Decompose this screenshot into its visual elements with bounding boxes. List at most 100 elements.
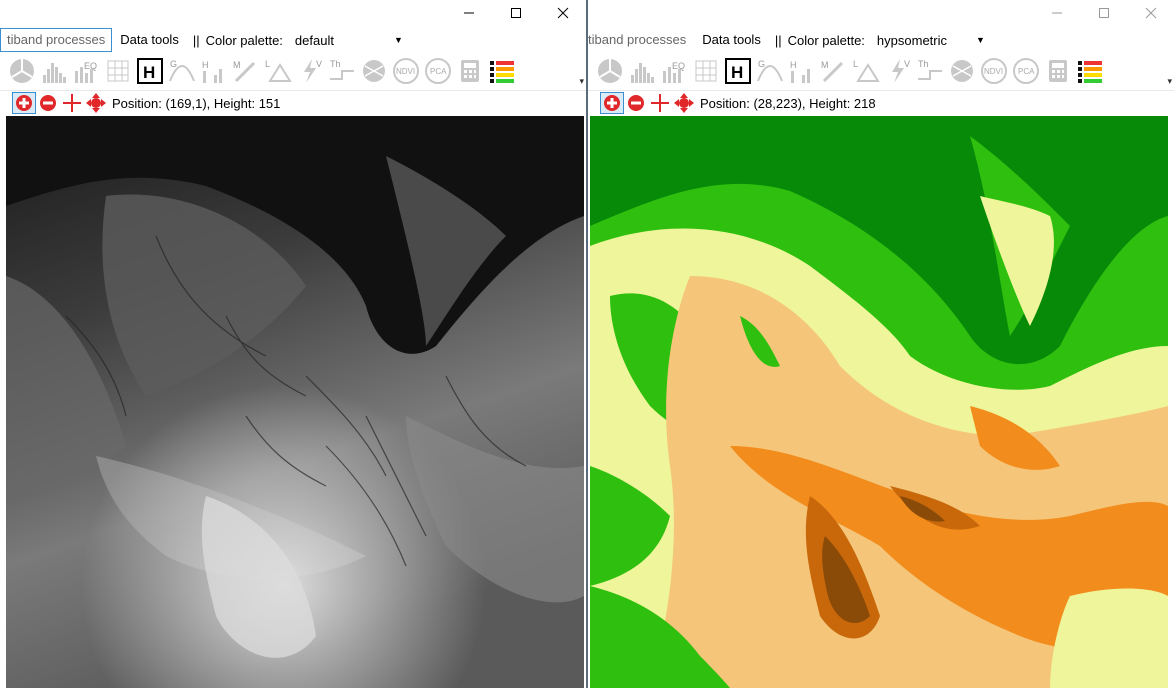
calculator-tool[interactable] [454,55,486,87]
threshold-step-tool[interactable]: Th [914,55,946,87]
color-palette-select[interactable]: default ▼ [291,30,409,50]
h-icon: H [725,58,751,84]
equalize-tool[interactable]: EQ [70,55,102,87]
pan-button[interactable] [672,92,696,114]
svg-text:H: H [143,63,155,82]
maximize-button[interactable] [1081,0,1127,26]
crosshair-icon [651,94,669,112]
threshold-histogram-icon: H [202,60,222,83]
dropdown-arrow-icon: ▼ [976,35,985,45]
zoom-out-button[interactable] [36,92,60,114]
pie-chart-icon [598,59,622,83]
svg-text:Th: Th [330,59,341,69]
globe-icon [363,60,385,82]
lightning-icon: V [892,59,910,83]
gaussian-tool[interactable]: G [754,55,786,87]
svg-text:V: V [904,59,910,69]
threshold-histogram-icon: H [790,60,810,83]
calculator-tool[interactable] [1042,55,1074,87]
globe-tool[interactable] [358,55,390,87]
histogram-tool[interactable] [38,55,70,87]
pca-icon: PCA [425,58,451,84]
minimize-icon [464,12,474,14]
globe-tool[interactable] [946,55,978,87]
dropdown-arrow-icon: ▼ [394,35,403,45]
color-ramp-icon [1078,61,1102,83]
zoom-in-icon [16,95,32,111]
left-toolbar: EQ H G H M L V Th NDVI PCA [0,54,586,88]
color-palette-select[interactable]: hypsometric ▼ [873,30,991,50]
pan-button[interactable] [84,92,108,114]
zoom-in-button[interactable] [600,92,624,114]
pan-icon [674,93,694,113]
calculator-icon [461,60,479,82]
color-ramp-tool[interactable] [486,55,518,87]
pca-tool[interactable]: PCA [1010,55,1042,87]
menu-separator: || [192,32,200,48]
left-titlebar [0,0,586,26]
h-icon: H [137,58,163,84]
menu-data-tools[interactable]: Data tools [694,29,769,51]
minimize-button[interactable] [446,0,492,26]
color-ramp-icon [490,61,514,83]
pie-chart-tool[interactable] [594,55,626,87]
svg-text:EQ: EQ [84,61,97,71]
lightning-tool[interactable]: V [294,55,326,87]
lightning-tool[interactable]: V [882,55,914,87]
threshold-step-icon: Th [918,59,942,80]
minimize-button[interactable] [1034,0,1080,26]
menu-data-tools[interactable]: Data tools [112,29,187,51]
close-button[interactable] [1128,0,1174,26]
magic-wand-tool[interactable]: M [818,55,850,87]
color-ramp-tool[interactable] [1074,55,1106,87]
elevation-image-grayscale[interactable] [6,116,584,688]
color-palette-value: hypsometric [876,32,947,48]
right-toolbar: EQ H G H M L V Th NDVI PCA [588,54,1174,88]
maximize-button[interactable] [493,0,539,26]
svg-text:EQ: EQ [672,61,685,71]
zoom-out-button[interactable] [624,92,648,114]
h-tool[interactable]: H [134,55,166,87]
svg-text:M: M [233,60,241,70]
svg-text:H: H [790,60,797,70]
grid-icon [695,60,717,82]
h-tool[interactable]: H [722,55,754,87]
threshold-histogram-tool[interactable]: H [786,55,818,87]
threshold-step-tool[interactable]: Th [326,55,358,87]
right-window: tiband processes Data tools || Color pal… [588,0,1174,688]
pie-chart-tool[interactable] [6,55,38,87]
magic-wand-tool[interactable]: M [230,55,262,87]
svg-text:L: L [853,59,858,69]
zoom-in-icon [604,95,620,111]
zoom-in-button[interactable] [12,92,36,114]
triangle-tool[interactable]: L [850,55,882,87]
crosshair-button[interactable] [60,92,84,114]
triangle-tool[interactable]: L [262,55,294,87]
histogram-icon [631,63,654,83]
svg-text:PCA: PCA [1018,67,1035,76]
gaussian-tool[interactable]: G [166,55,198,87]
triangle-icon: L [853,59,880,82]
crosshair-icon [63,94,81,112]
close-button[interactable] [540,0,586,26]
grayscale-dem-map [6,116,584,688]
grid-tool[interactable] [102,55,134,87]
toolbar-overflow-icon[interactable]: ▾ [1167,76,1172,87]
grid-tool[interactable] [690,55,722,87]
menu-multiband-processes[interactable]: tiband processes [0,28,113,52]
elevation-image-hypsometric[interactable] [590,116,1168,688]
equalize-tool[interactable]: EQ [658,55,690,87]
ndvi-tool[interactable]: NDVI [978,55,1010,87]
histogram-tool[interactable] [626,55,658,87]
pca-tool[interactable]: PCA [422,55,454,87]
crosshair-button[interactable] [648,92,672,114]
color-palette-label: Color palette: [205,32,283,48]
toolbar-overflow-icon[interactable]: ▾ [579,76,584,87]
svg-text:L: L [265,59,270,69]
svg-text:H: H [202,60,209,70]
menu-multiband-processes[interactable]: tiband processes [588,29,694,51]
grid-icon [107,60,129,82]
threshold-histogram-tool[interactable]: H [198,55,230,87]
minimize-icon [1052,12,1062,14]
ndvi-tool[interactable]: NDVI [390,55,422,87]
